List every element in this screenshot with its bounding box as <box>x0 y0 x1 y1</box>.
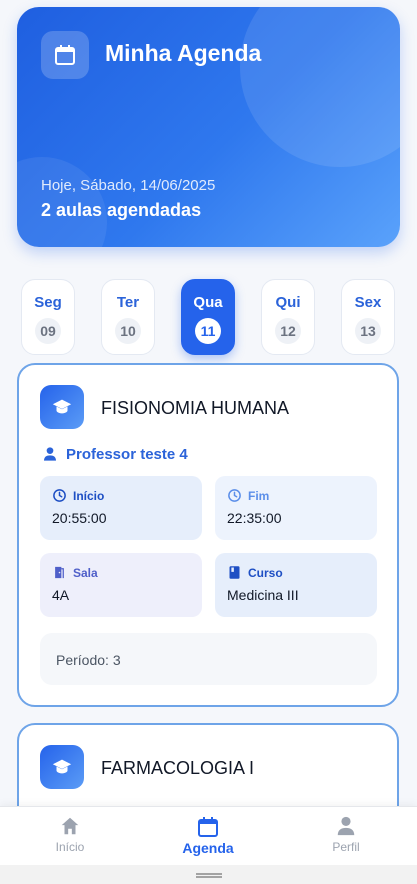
teacher-name: Professor teste 4 <box>66 445 188 463</box>
nav-item-agenda[interactable]: Agenda <box>158 815 258 856</box>
end-label: Fim <box>248 488 270 503</box>
course-value: Medicina III <box>227 587 299 603</box>
day-name: Seg <box>34 294 62 311</box>
day-number: 12 <box>275 318 301 344</box>
room-label: Sala <box>73 565 98 580</box>
scheduled-classes-count: 2 aulas agendadas <box>41 200 202 220</box>
graduation-cap-icon <box>40 745 84 789</box>
current-date: Hoje, Sábado, 14/06/2025 <box>41 177 216 194</box>
period-box: Período: 3 <box>40 633 377 685</box>
day-name: Qua <box>193 294 223 311</box>
course-label: Curso <box>248 565 283 580</box>
day-number: 13 <box>355 318 381 344</box>
day-button-qui[interactable]: Qui 12 <box>261 279 315 355</box>
menu-handle-icon[interactable] <box>196 873 222 878</box>
day-number: 11 <box>195 318 221 344</box>
bottom-navigation: Início Agenda Perfil <box>0 806 417 865</box>
class-card[interactable]: FISIONOMIA HUMANA Professor teste 4 Iníc… <box>17 363 399 707</box>
calendar-icon <box>41 31 89 79</box>
decorative-circle <box>240 7 400 167</box>
teacher-row: Professor teste 4 <box>42 445 188 463</box>
day-name: Qui <box>275 294 301 311</box>
day-number: 09 <box>35 318 61 344</box>
room-box: Sala 4A <box>40 553 202 617</box>
nav-item-perfil[interactable]: Perfil <box>296 815 396 854</box>
person-icon <box>44 447 56 461</box>
nav-label: Início <box>55 840 85 854</box>
page-title: Minha Agenda <box>105 40 262 66</box>
calendar-icon <box>198 817 218 837</box>
door-icon <box>55 566 64 579</box>
start-time-box: Início 20:55:00 <box>40 476 202 540</box>
day-button-qua[interactable]: Qua 11 <box>181 279 235 355</box>
app-screen: Minha Agenda Hoje, Sábado, 14/06/2025 2 … <box>0 0 417 884</box>
class-title: FARMACOLOGIA I <box>101 758 255 778</box>
clock-icon <box>228 489 241 502</box>
clock-icon <box>53 489 66 502</box>
day-button-sex[interactable]: Sex 13 <box>341 279 395 355</box>
end-time: 22:35:00 <box>227 510 282 526</box>
day-name: Sex <box>354 294 382 311</box>
nav-label: Perfil <box>332 840 360 854</box>
day-selector: Seg 09 Ter 10 Qua 11 Qui 12 Sex 13 <box>21 279 399 355</box>
nav-item-inicio[interactable]: Início <box>20 815 120 854</box>
start-time: 20:55:00 <box>52 510 107 526</box>
class-title: FISIONOMIA HUMANA <box>101 398 290 418</box>
room-value: 4A <box>52 587 70 603</box>
day-button-seg[interactable]: Seg 09 <box>21 279 75 355</box>
day-number: 10 <box>115 318 141 344</box>
end-time-box: Fim 22:35:00 <box>215 476 377 540</box>
day-name: Ter <box>116 294 140 311</box>
day-button-ter[interactable]: Ter 10 <box>101 279 155 355</box>
start-label: Início <box>73 488 105 503</box>
person-icon <box>337 816 355 836</box>
nav-label: Agenda <box>182 840 234 856</box>
course-box: Curso Medicina III <box>215 553 377 617</box>
agenda-header-card: Minha Agenda Hoje, Sábado, 14/06/2025 2 … <box>17 7 400 247</box>
graduation-cap-icon <box>40 385 84 429</box>
book-icon <box>229 566 240 579</box>
period-text: Período: 3 <box>56 652 121 668</box>
home-icon <box>61 817 79 835</box>
